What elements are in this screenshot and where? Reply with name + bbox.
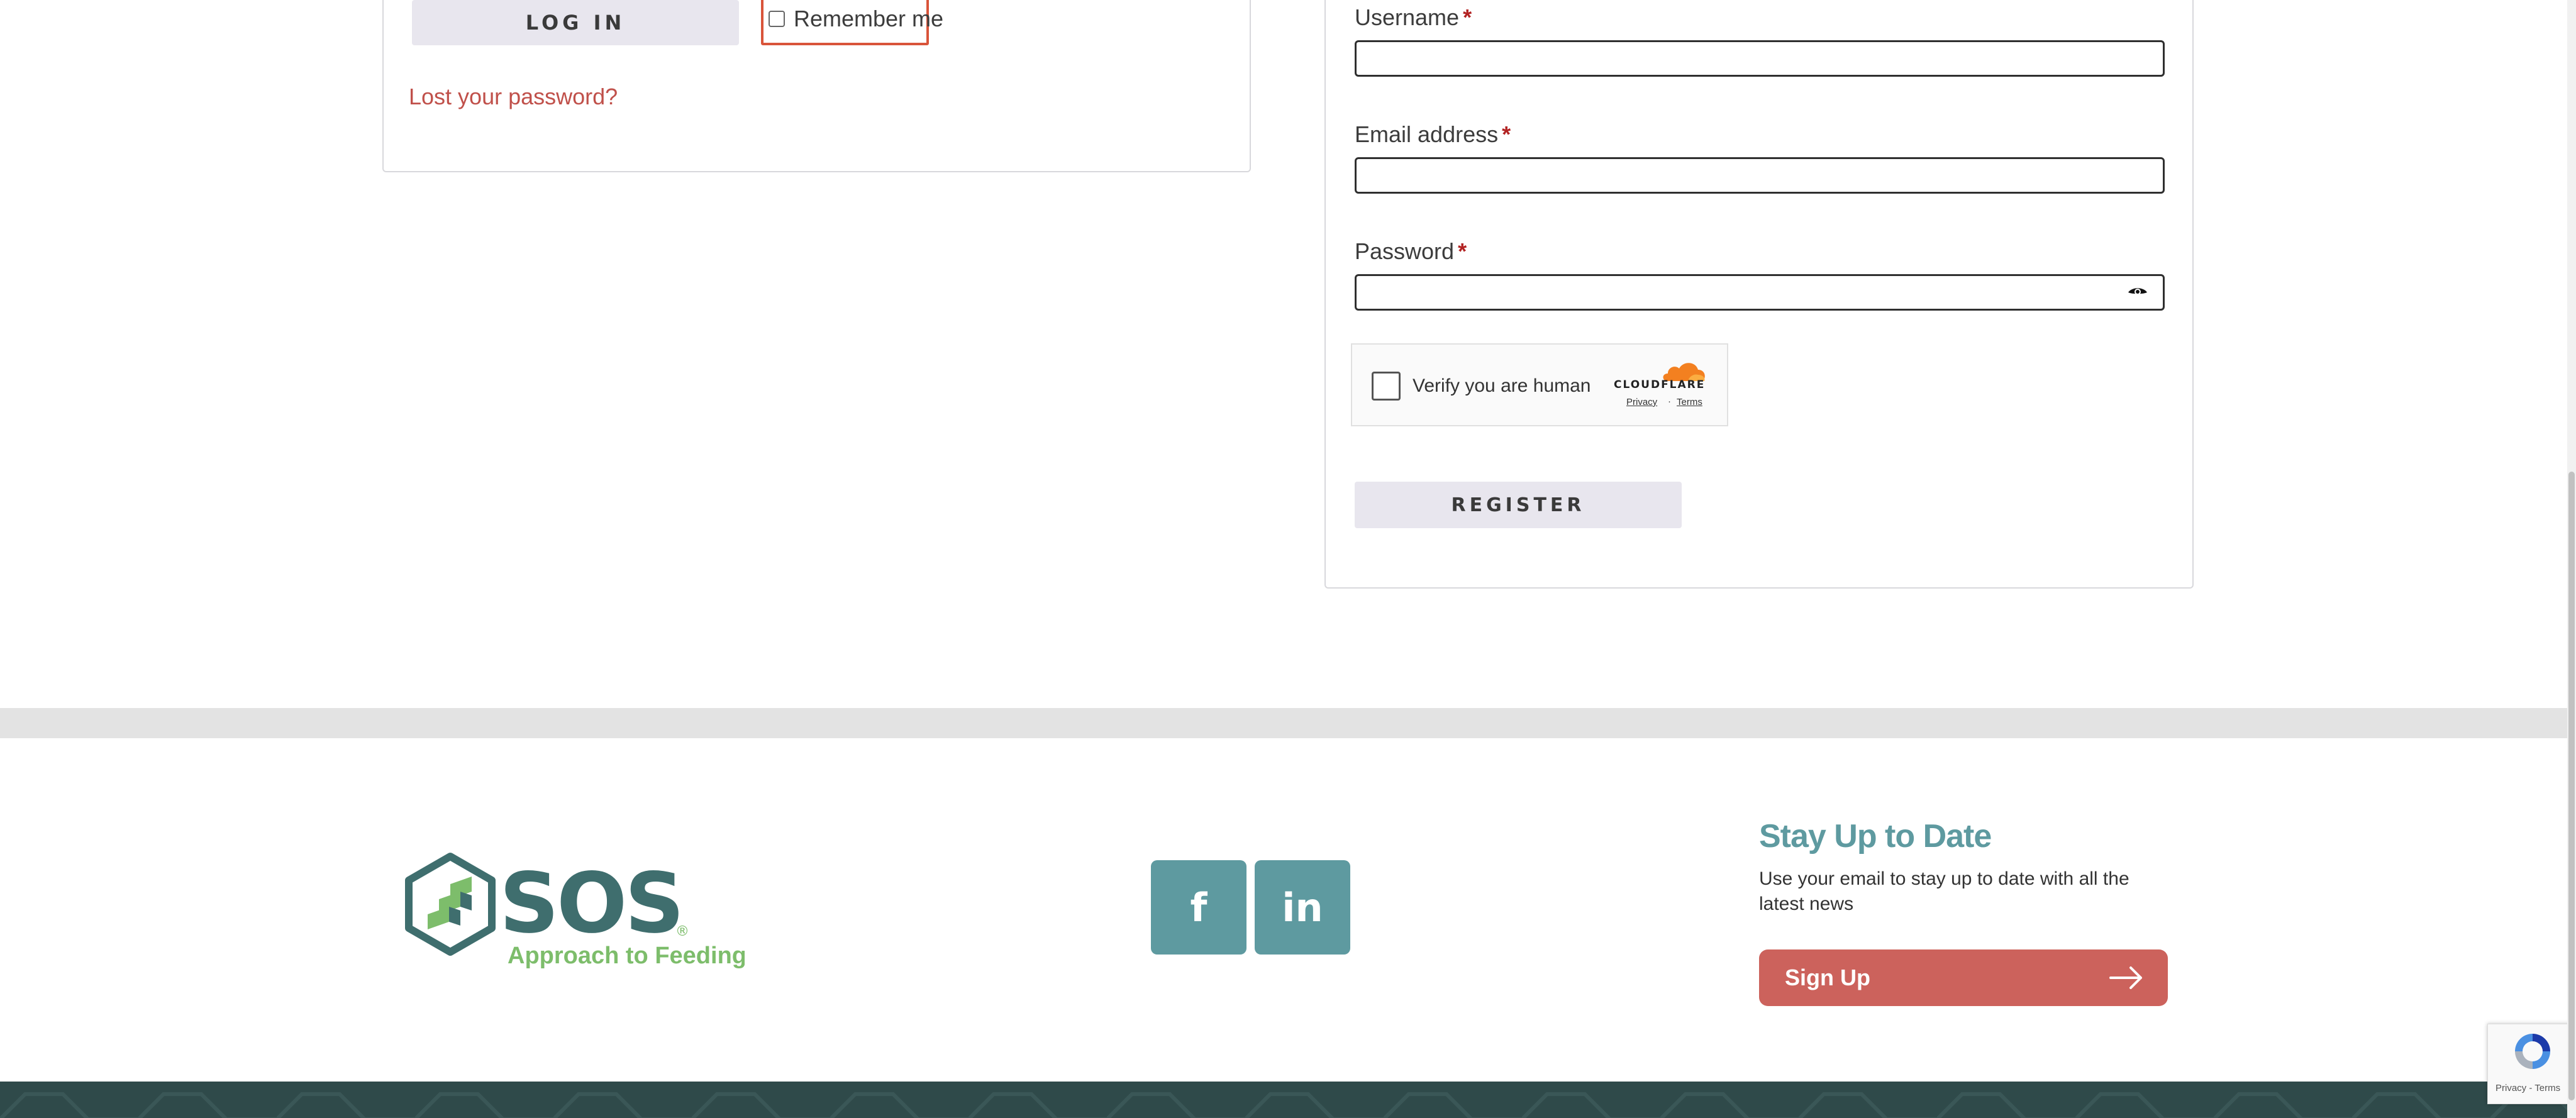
register-button[interactable]: REGISTER: [1355, 482, 1682, 528]
verify-human-checkbox[interactable]: [1372, 372, 1401, 401]
facebook-icon: f: [1190, 884, 1208, 931]
password-label: Password *: [1355, 238, 1467, 265]
cloudflare-wordmark: CLOUDFLARE: [1614, 379, 1706, 391]
logo-registered-mark: ®: [675, 924, 689, 939]
password-label-text: Password: [1355, 238, 1455, 264]
log-in-button[interactable]: LOG IN: [412, 0, 739, 45]
footer-divider-band: [0, 708, 2576, 738]
logo-tagline: Approach to Feeding: [508, 943, 745, 969]
username-label: Username *: [1355, 4, 1472, 31]
recaptcha-links[interactable]: Privacy - Terms: [2496, 1083, 2560, 1093]
verify-human-label: Verify you are human: [1413, 375, 1591, 396]
username-label-text: Username: [1355, 4, 1460, 30]
required-marker: *: [1458, 238, 1467, 264]
footer-pattern: [0, 1082, 2576, 1118]
sos-logo-graphic: SOS ® Approach to Feeding: [405, 853, 747, 969]
email-label-text: Email address: [1355, 121, 1499, 147]
turnstile-privacy-link[interactable]: Privacy: [1626, 397, 1657, 407]
stay-up-to-date-text: Use your email to stay up to date with a…: [1759, 868, 2129, 914]
sign-up-label[interactable]: Sign Up: [1785, 963, 1870, 992]
required-marker: *: [1502, 121, 1511, 147]
arrow-right-icon[interactable]: [2108, 965, 2145, 990]
lost-password-link[interactable]: Lost your password?: [409, 83, 618, 111]
facebook-button[interactable]: f: [1151, 860, 1246, 955]
stay-up-to-date-heading: Stay Up to Date: [1759, 818, 1992, 855]
footer-bottom-band: [0, 1082, 2576, 1118]
scrollbar-thumb[interactable]: [2568, 472, 2575, 1100]
remember-me-checkbox[interactable]: [769, 11, 785, 27]
sos-logo[interactable]: SOS ® Approach to Feeding: [405, 851, 747, 971]
turnstile-separator: ·: [1668, 396, 1671, 407]
linkedin-button[interactable]: in: [1255, 860, 1350, 955]
username-field[interactable]: [1355, 40, 2165, 77]
logo-text: SOS: [499, 855, 682, 952]
eye-icon[interactable]: [2127, 285, 2148, 299]
required-marker: *: [1463, 4, 1472, 30]
linkedin-icon: in: [1282, 884, 1323, 931]
password-field[interactable]: [1355, 274, 2165, 311]
recaptcha-icon: [2515, 1034, 2550, 1069]
email-field[interactable]: [1355, 157, 2165, 194]
email-label: Email address *: [1355, 121, 1511, 148]
remember-me-label[interactable]: Remember me: [794, 5, 943, 33]
turnstile-terms-link[interactable]: Terms: [1677, 397, 1702, 407]
